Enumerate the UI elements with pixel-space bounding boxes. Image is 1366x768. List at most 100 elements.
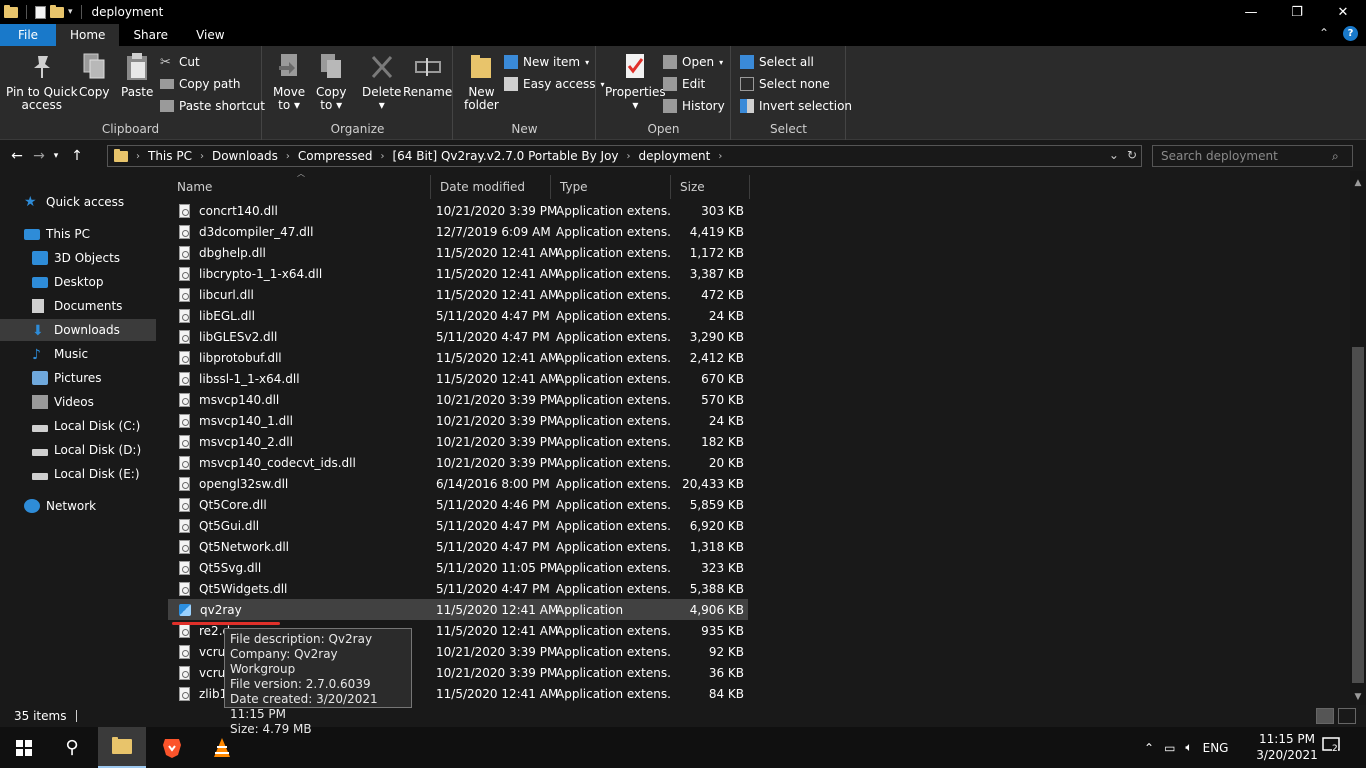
show-hidden-icons-icon[interactable]: ⌃ [1144, 741, 1154, 755]
recent-locations-icon[interactable]: ▾ [50, 151, 62, 161]
address-bar[interactable]: › This PC › Downloads › Compressed › [64… [107, 145, 1142, 167]
table-row[interactable]: libcurl.dll 11/5/2020 12:41 AM Application… [168, 284, 748, 305]
table-row[interactable]: Qt5Network.dll 5/11/2020 4:47 PM Applicati… [168, 536, 748, 557]
select-all-button[interactable]: Select all [740, 53, 814, 71]
copy-path-button[interactable]: Copy path [160, 75, 241, 93]
table-row[interactable]: libcrypto-1_1-x64.dll 11/5/2020 12:41 AM A… [168, 263, 748, 284]
paste-button[interactable]: Paste [121, 52, 153, 99]
help-icon[interactable]: ? [1343, 26, 1358, 41]
edit-button[interactable]: Edit [663, 75, 705, 93]
table-row[interactable]: libGLESv2.dll 5/11/2020 4:47 PM Applicatio… [168, 326, 748, 347]
pin-to-quick-access-button[interactable]: Pin to Quick access [6, 52, 78, 112]
tab-file[interactable]: File [0, 24, 56, 46]
nav-3d-objects[interactable]: 3D Objects [0, 247, 156, 269]
nav-documents[interactable]: Documents [0, 295, 156, 317]
file-explorer-taskbar-button[interactable] [98, 727, 146, 768]
table-row[interactable]: Qt5Widgets.dll 5/11/2020 4:47 PM Applicati… [168, 578, 748, 599]
table-row[interactable]: d3dcompiler_47.dll 12/7/2019 6:09 AM Appli… [168, 221, 748, 242]
breadcrumb-this-pc[interactable]: This PC [148, 149, 192, 163]
chevron-right-icon[interactable]: › [627, 151, 631, 162]
scrollbar-thumb[interactable] [1352, 347, 1364, 683]
breadcrumb-compressed[interactable]: Compressed [298, 149, 373, 163]
nav-quick-access[interactable]: ★ Quick access [0, 191, 156, 213]
nav-this-pc[interactable]: This PC [0, 223, 156, 245]
invert-selection-button[interactable]: Invert selection [740, 97, 852, 115]
nav-local-disk-c[interactable]: Local Disk (C:) [0, 415, 156, 437]
copy-to-button[interactable]: Copy to ▾ [316, 52, 346, 112]
column-size[interactable]: Size [671, 175, 750, 199]
table-row[interactable]: Qt5Gui.dll 5/11/2020 4:47 PM Application e… [168, 515, 748, 536]
paste-shortcut-button[interactable]: Paste shortcut [160, 97, 265, 115]
column-date-modified[interactable]: Date modified [431, 175, 551, 199]
clock[interactable]: 11:15 PM 3/20/2021 [1256, 731, 1318, 763]
nav-pictures[interactable]: Pictures [0, 367, 156, 389]
language-indicator[interactable]: ENG [1203, 741, 1229, 755]
minimize-button[interactable]: — [1228, 0, 1274, 24]
table-row[interactable]: Qt5Svg.dll 5/11/2020 11:05 PM Application … [168, 557, 748, 578]
start-button[interactable] [0, 727, 48, 768]
collapse-ribbon-icon[interactable]: ⌃ [1319, 26, 1329, 41]
rename-button[interactable]: Rename [403, 52, 452, 99]
network-status-icon[interactable]: ▭ [1164, 741, 1175, 755]
refresh-icon[interactable]: ↻ [1127, 148, 1137, 162]
tab-view[interactable]: View [182, 24, 238, 46]
nav-local-disk-e[interactable]: Local Disk (E:) [0, 463, 156, 485]
chevron-right-icon[interactable]: › [286, 151, 290, 162]
nav-music[interactable]: ♪ Music [0, 343, 156, 365]
table-row[interactable]: dbghelp.dll 11/5/2020 12:41 AM Application… [168, 242, 748, 263]
easy-access-button[interactable]: Easy access ▾ [504, 75, 605, 93]
search-input[interactable] [1152, 145, 1353, 167]
table-row[interactable]: libssl-1_1-x64.dll 11/5/2020 12:41 AM Appl… [168, 368, 748, 389]
move-to-button[interactable]: Move to ▾ [273, 52, 305, 112]
column-type[interactable]: Type [551, 175, 671, 199]
forward-button[interactable]: → [28, 148, 50, 164]
nav-videos[interactable]: Videos [0, 391, 156, 413]
brave-taskbar-button[interactable] [148, 727, 196, 768]
properties-icon[interactable] [35, 5, 46, 19]
table-row[interactable]: msvcp140_1.dll 10/21/2020 3:39 PM Applicat… [168, 410, 748, 431]
breadcrumb-deployment[interactable]: deployment [639, 149, 711, 163]
table-row[interactable]: msvcp140_2.dll 10/21/2020 3:39 PM Applicat… [168, 431, 748, 452]
scroll-down-icon[interactable]: ▼ [1350, 689, 1366, 705]
breadcrumb-qv2ray-folder[interactable]: [64 Bit] Qv2ray.v2.7.0 Portable By Joy [392, 149, 618, 163]
scroll-up-icon[interactable]: ▲ [1350, 175, 1366, 191]
properties-button[interactable]: Properties ▾ [605, 52, 666, 112]
tab-home[interactable]: Home [56, 24, 120, 46]
address-dropdown-icon[interactable]: ⌄ [1109, 148, 1119, 162]
nav-network[interactable]: Network [0, 495, 156, 517]
new-folder-button[interactable]: New folder [464, 52, 499, 112]
breadcrumb-downloads[interactable]: Downloads [212, 149, 278, 163]
table-row[interactable]: msvcp140.dll 10/21/2020 3:39 PM Applicatio… [168, 389, 748, 410]
customize-toolbar-icon[interactable]: ▾ [68, 7, 73, 17]
history-button[interactable]: History [663, 97, 725, 115]
delete-button[interactable]: Delete ▾ [362, 52, 401, 112]
select-none-button[interactable]: Select none [740, 75, 830, 93]
nav-desktop[interactable]: Desktop [0, 271, 156, 293]
vertical-scrollbar[interactable]: ▲ ▼ [1350, 171, 1366, 705]
new-folder-icon[interactable] [50, 4, 64, 18]
search-button[interactable]: ⚲ [48, 727, 96, 768]
volume-icon[interactable]: 🔈︎ [1185, 740, 1192, 755]
maximize-button[interactable]: ❐ [1274, 0, 1320, 24]
up-button[interactable]: ↑ [66, 148, 88, 164]
copy-button[interactable]: Copy [79, 52, 109, 99]
chevron-right-icon[interactable]: › [200, 151, 204, 162]
table-row[interactable]: concrt140.dll 10/21/2020 3:39 PM Applicati… [168, 200, 748, 221]
open-button[interactable]: Open ▾ [663, 53, 723, 71]
cut-button[interactable]: ✂ Cut [160, 53, 200, 71]
table-row[interactable]: libEGL.dll 5/11/2020 4:47 PM Application e… [168, 305, 748, 326]
chevron-right-icon[interactable]: › [718, 151, 722, 162]
nav-local-disk-d[interactable]: Local Disk (D:) [0, 439, 156, 461]
table-row[interactable]: qv2ray 11/5/2020 12:41 AM Application 4,906… [168, 599, 748, 620]
chevron-right-icon[interactable]: › [380, 151, 384, 162]
large-icons-view-button[interactable] [1338, 708, 1356, 724]
nav-downloads[interactable]: ⬇ Downloads [0, 319, 156, 341]
close-button[interactable]: ✕ [1320, 0, 1366, 24]
search-icon[interactable]: ⌕ [1332, 149, 1339, 164]
table-row[interactable]: libprotobuf.dll 11/5/2020 12:41 AM Applica… [168, 347, 748, 368]
table-row[interactable]: opengl32sw.dll 6/14/2016 8:00 PM Applicati… [168, 473, 748, 494]
back-button[interactable]: ← [6, 148, 28, 164]
tab-share[interactable]: Share [119, 24, 182, 46]
details-view-button[interactable] [1316, 708, 1334, 724]
table-row[interactable]: msvcp140_codecvt_ids.dll 10/21/2020 3:39 … [168, 452, 748, 473]
